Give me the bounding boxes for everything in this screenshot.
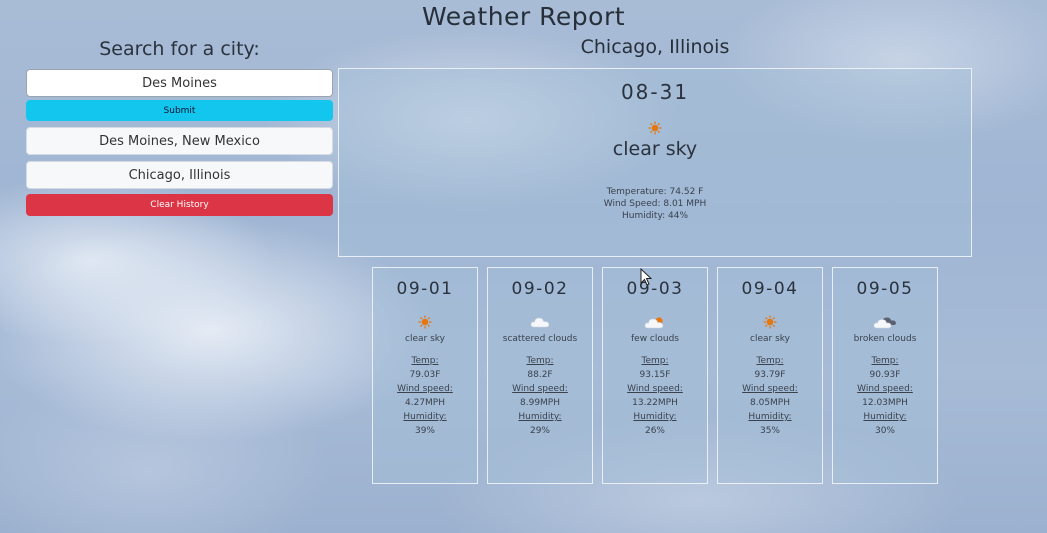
temp-label: Temp: [526,356,554,366]
humidity-label: Humidity: [748,412,792,422]
humidity-label: Humidity: [863,412,907,422]
temp-value: 79.03F [409,370,441,380]
current-description: clear sky [612,138,698,160]
wind-value: 13.22MPH [632,398,678,408]
temp-label: Temp: [871,356,899,366]
current-temperature: Temperature: 74.52 F [606,187,704,197]
current-weather-card: 08-31 clear sky Temperature: 74.52 F Win… [338,68,972,257]
forecast-card: 09-04 clear sky Temp: 93.79F Wind speed:… [717,267,823,484]
current-city-title: Chicago, Illinois [580,36,730,58]
wind-value: 8.05MPH [750,398,790,408]
forecast-date: 09-05 [856,279,914,299]
wind-label: Wind speed: [512,384,568,394]
forecast-stats: Temp: 79.03F Wind speed: 4.27MPH Humidit… [373,354,477,438]
history-item-button[interactable]: Chicago, Illinois [26,161,333,189]
broken-clouds-icon [833,314,937,329]
cloud-icon [488,314,592,328]
current-humidity: Humidity: 44% [621,211,689,221]
mouse-cursor-icon [640,267,653,290]
temp-label: Temp: [756,356,784,366]
humidity-value: 30% [874,426,895,436]
humidity-label: Humidity: [633,412,677,422]
forecast-date: 09-02 [511,279,569,299]
wind-value: 8.99MPH [520,398,560,408]
humidity-value: 39% [414,426,435,436]
forecast-card: 09-03 few clouds Temp: 93.15F Wind speed… [602,267,708,484]
temp-label: Temp: [641,356,669,366]
humidity-label: Humidity: [518,412,562,422]
forecast-date: 09-01 [396,279,454,299]
wind-value: 4.27MPH [405,398,445,408]
clear-history-button[interactable]: Clear History [26,194,333,216]
humidity-label: Humidity: [403,412,447,422]
temp-value: 88.2F [527,370,553,380]
sun-icon [373,314,477,329]
wind-label: Wind speed: [397,384,453,394]
current-wind-speed: Wind Speed: 8.01 MPH [603,199,707,209]
humidity-value: 26% [644,426,665,436]
forecast-description: broken clouds [853,334,917,344]
temp-label: Temp: [411,356,439,366]
sun-icon [718,314,822,329]
forecast-description: clear sky [405,334,445,344]
page-title: Weather Report [421,2,626,31]
forecast-card: 09-05 broken clouds Temp: 90.93F Wind sp… [832,267,938,484]
temp-value: 93.79F [754,370,786,380]
forecast-card: 09-01 clear sky Temp: 79.03F Wind speed:… [372,267,478,484]
wind-label: Wind speed: [627,384,683,394]
city-search-input[interactable] [26,69,333,97]
search-panel: Search for a city: Submit Des Moines, Ne… [26,38,333,216]
forecast-stats: Temp: 88.2F Wind speed: 8.99MPH Humidity… [488,354,592,438]
wind-label: Wind speed: [857,384,913,394]
current-stats: Temperature: 74.52 F Wind Speed: 8.01 MP… [339,186,971,222]
forecast-stats: Temp: 93.79F Wind speed: 8.05MPH Humidit… [718,354,822,438]
forecast-stats: Temp: 90.93F Wind speed: 12.03MPH Humidi… [833,354,937,438]
sun-icon [339,120,971,135]
search-heading: Search for a city: [99,38,260,60]
forecast-date: 09-04 [741,279,799,299]
few-clouds-icon [603,314,707,329]
humidity-value: 35% [759,426,780,436]
temp-value: 90.93F [869,370,901,380]
humidity-value: 29% [529,426,550,436]
forecast-stats: Temp: 93.15F Wind speed: 13.22MPH Humidi… [603,354,707,438]
forecast-description: clear sky [750,334,790,344]
wind-label: Wind speed: [742,384,798,394]
current-date: 08-31 [620,80,690,104]
forecast-card: 09-02 scattered clouds Temp: 88.2F Wind … [487,267,593,484]
temp-value: 93.15F [639,370,671,380]
submit-button[interactable]: Submit [26,100,333,121]
forecast-date: 09-03 [626,279,684,299]
forecast-description: few clouds [631,334,679,344]
history-item-button[interactable]: Des Moines, New Mexico [26,127,333,155]
forecast-description: scattered clouds [502,334,578,344]
wind-value: 12.03MPH [862,398,908,408]
